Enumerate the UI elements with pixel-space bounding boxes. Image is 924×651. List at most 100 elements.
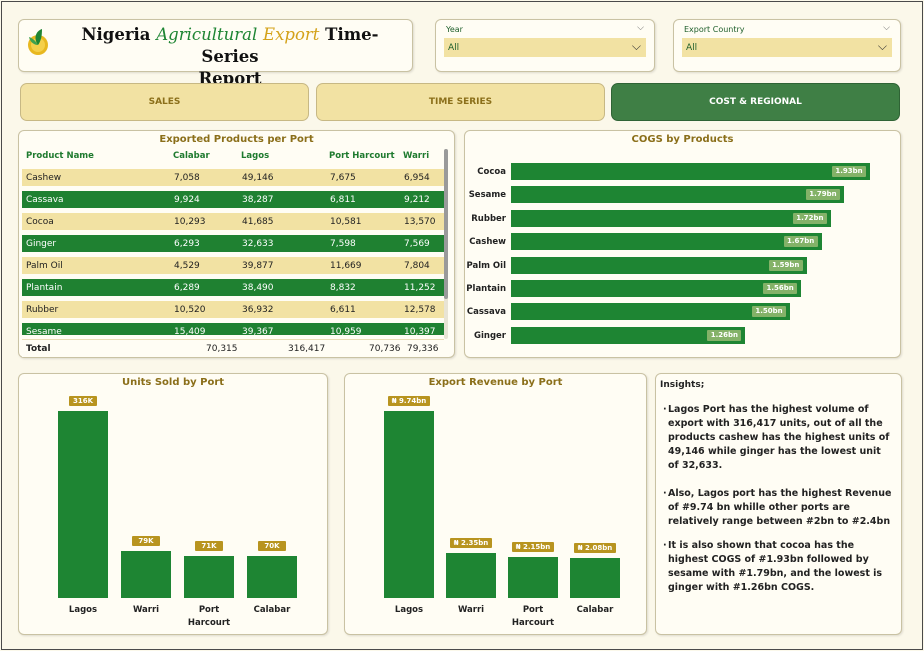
units-chart-title: Units Sold by Port (121, 377, 225, 388)
value-cell: 6,811 (330, 195, 356, 205)
insight-point-2: Also, Lagos port has the highest Revenue… (663, 487, 894, 529)
value-cell: 49,146 (242, 173, 274, 183)
table-row[interactable]: Plantain 6,289 38,490 8,832 11,252 (22, 279, 444, 296)
bar-data-label: 316K (69, 396, 97, 406)
units-sold-by-port-chart: Units Sold by Port 316K Lagos 79K Warri 71K P… (18, 373, 328, 635)
value-cell: 7,804 (404, 261, 430, 271)
port-bar[interactable] (384, 411, 434, 598)
product-name-cell: Palm Oil (26, 261, 63, 271)
bar-category-label: Cocoa (477, 167, 506, 177)
scrollbar-thumb[interactable] (444, 149, 448, 299)
cogs-bar[interactable] (511, 209, 831, 227)
year-dropdown[interactable]: All ⌵ (444, 38, 646, 57)
value-cell: 7,569 (404, 239, 430, 249)
year-slicer-label: Year (446, 25, 463, 34)
export-country-slicer-label: Export Country (684, 25, 745, 34)
table-row[interactable]: Cashew 7,058 49,146 7,675 6,954 (22, 169, 444, 186)
bar-category-label: Calabar (576, 605, 614, 615)
chevron-down-icon[interactable]: ⌵ (637, 23, 644, 33)
value-cell: 6,954 (404, 173, 430, 183)
leaf-logo-icon (28, 29, 48, 55)
value-cell: 7,058 (174, 173, 200, 183)
export-revenue-by-port-chart: Export Revenue by Port ₦ 9.74bn Lagos ₦ 2.… (344, 373, 647, 635)
column-header[interactable]: Calabar (173, 151, 210, 161)
tab-cost-regional[interactable]: COST & REGIONAL (611, 83, 900, 121)
value-cell: 39,877 (242, 261, 274, 271)
revenue-chart-title: Export Revenue by Port (428, 377, 563, 388)
cogs-bar[interactable] (511, 256, 807, 274)
report-title-card: Nigeria Agricultural Export Time-Series … (18, 19, 413, 88)
chevron-down-icon: ⌵ (631, 39, 641, 53)
column-header[interactable]: Lagos (241, 151, 269, 161)
column-header[interactable]: Warri (403, 151, 429, 161)
page-title: Nigeria Agricultural Export Time-Series … (81, 25, 379, 88)
value-cell: 15,409 (174, 327, 206, 335)
cogs-bar[interactable] (511, 186, 844, 204)
port-bar[interactable] (508, 556, 558, 598)
table-total-row: Total 70,315 316,417 70,736 79,336 (22, 339, 444, 357)
bar-category-label: Plantain (466, 284, 506, 294)
chevron-down-icon[interactable]: ⌵ (883, 23, 890, 33)
cogs-bar[interactable] (511, 163, 870, 180)
value-cell: 32,633 (242, 239, 274, 249)
product-name-cell: Cashew (26, 173, 62, 183)
port-bar[interactable] (121, 551, 171, 598)
value-cell: 4,529 (174, 261, 200, 271)
bar-data-label: 71K (195, 541, 223, 552)
product-name-cell: Cocoa (26, 217, 54, 227)
table-row[interactable]: Palm Oil 4,529 39,877 11,669 7,804 (22, 257, 444, 274)
port-bar[interactable] (247, 556, 297, 598)
value-cell: 38,490 (242, 283, 274, 293)
bar-category-label: Ginger (474, 330, 506, 341)
value-cell: 11,252 (404, 283, 436, 293)
total-calabar: 70,315 (206, 344, 238, 354)
value-cell: 11,669 (330, 261, 362, 271)
tab-time-series[interactable]: TIME SERIES (316, 83, 605, 121)
total-warri: 79,336 (407, 344, 439, 354)
bar-data-label: ₦ 9.74bn (388, 396, 430, 406)
value-cell: 10,293 (174, 217, 206, 227)
product-name-cell: Plantain (26, 283, 63, 293)
product-name-cell: Cassava (26, 195, 64, 205)
cogs-bar[interactable] (511, 280, 802, 297)
column-header[interactable]: Port Harcourt (329, 151, 395, 161)
value-cell: 9,212 (404, 195, 430, 205)
bar-category-label: Cashew (469, 237, 506, 248)
cogs-bar[interactable] (511, 233, 822, 251)
table-row[interactable]: Cassava 9,924 38,287 6,811 9,212 (22, 191, 444, 208)
table-row[interactable]: Ginger 6,293 32,633 7,598 7,569 (22, 235, 444, 252)
value-cell: 36,932 (242, 305, 274, 315)
bar-category-label: Port Harcourt (511, 605, 555, 628)
bar-data-label: 1.59bn (768, 259, 803, 271)
table-title: Exported Products per Port (159, 134, 314, 145)
bar-data-label: ₦ 2.35bn (450, 537, 492, 548)
tab-sales[interactable]: SALES (20, 83, 309, 121)
value-cell: 10,397 (404, 327, 436, 335)
column-header[interactable]: Product Name (26, 151, 94, 161)
insights-heading: Insights; (660, 380, 705, 390)
bar-data-label: 1.26bn (707, 329, 742, 341)
export-country-dropdown[interactable]: All ⌵ (682, 38, 892, 57)
total-port-harcourt: 70,736 (369, 344, 401, 354)
chevron-down-icon: ⌵ (877, 39, 887, 53)
value-cell: 10,520 (174, 305, 206, 315)
port-bar[interactable] (570, 558, 620, 598)
table-scrollbar[interactable] (444, 149, 448, 339)
port-bar[interactable] (58, 411, 108, 598)
bar-category-label: Warri (132, 605, 160, 615)
port-bar[interactable] (184, 556, 234, 598)
total-lagos: 316,417 (288, 344, 326, 354)
cogs-by-products-chart: COGS by Products Cocoa 1.93bn Sesame 1.79bn… (464, 130, 901, 358)
bar-data-label: 79K (132, 536, 160, 547)
table-row[interactable]: Rubber 10,520 36,932 6,611 12,578 (22, 301, 444, 318)
bar-data-label: 70K (258, 541, 286, 552)
table-row[interactable]: Sesame 15,409 39,367 10,959 10,397 (22, 323, 444, 335)
table-row[interactable]: Cocoa 10,293 41,685 10,581 13,570 (22, 213, 444, 230)
cogs-bar[interactable] (511, 303, 790, 321)
value-cell: 7,598 (330, 239, 356, 249)
value-cell: 9,924 (174, 195, 200, 205)
product-name-cell: Sesame (26, 327, 62, 335)
port-bar[interactable] (446, 552, 496, 598)
bar-data-label: ₦ 2.08bn (574, 543, 616, 554)
bar-data-label: 1.56bn (763, 283, 798, 294)
